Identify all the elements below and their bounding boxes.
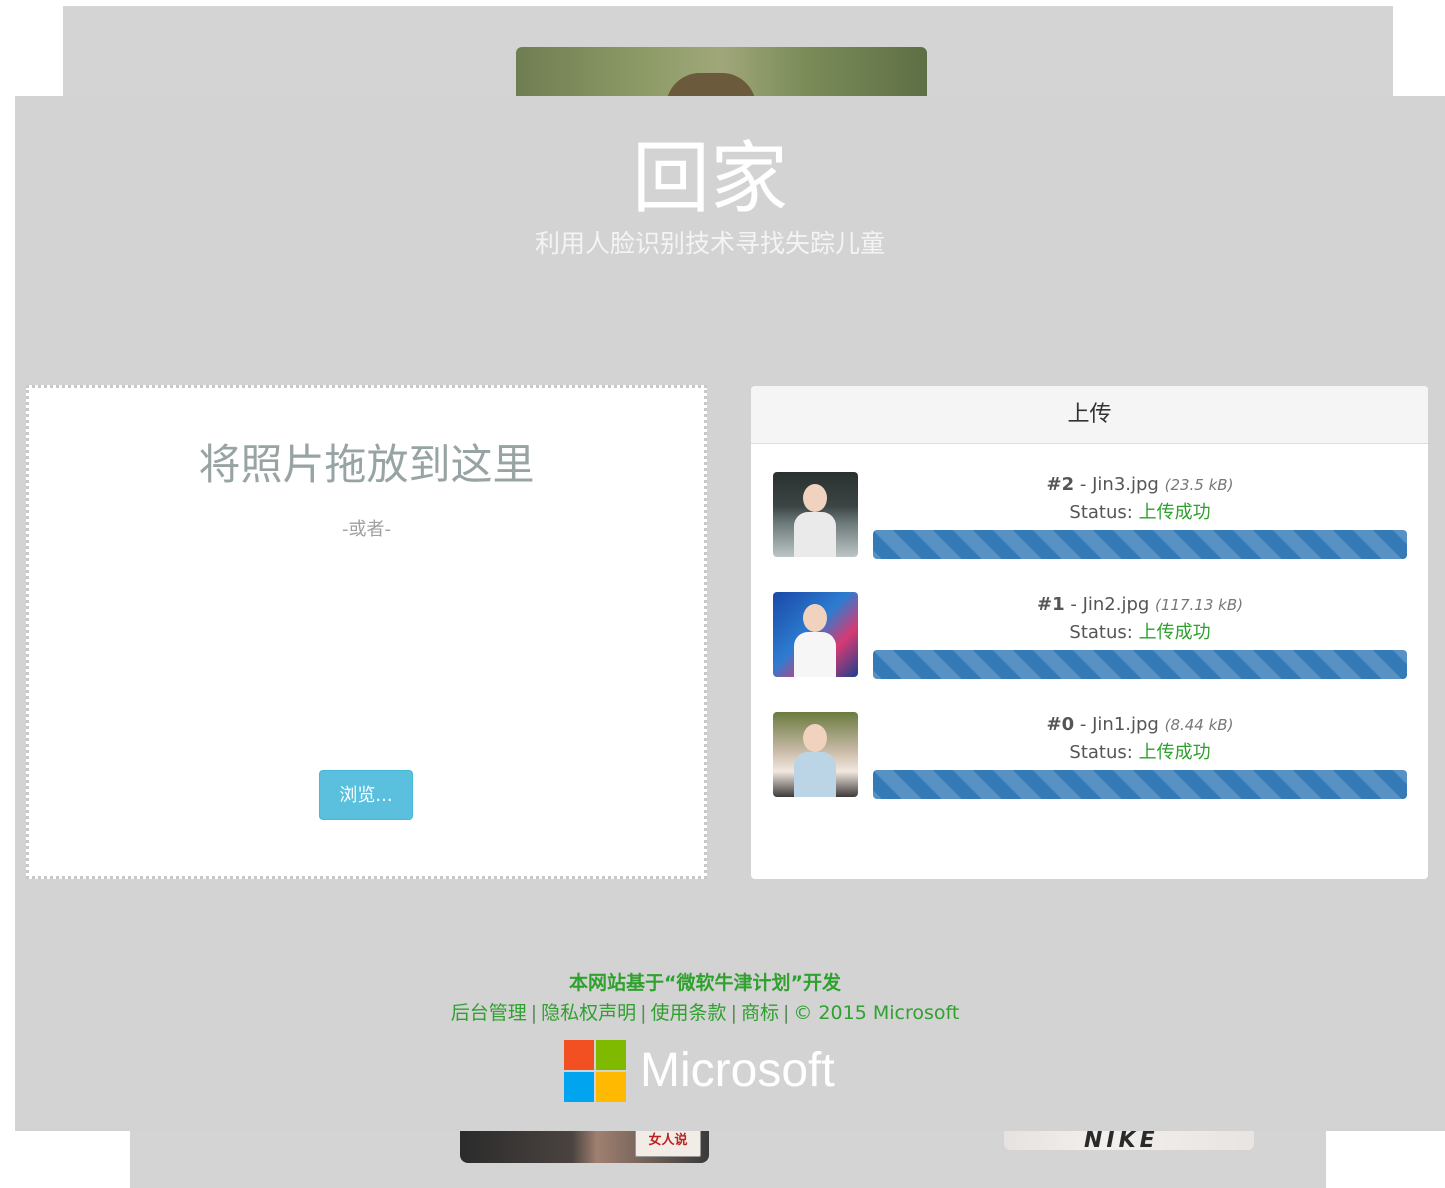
file-number: #0 bbox=[1046, 714, 1075, 735]
upload-thumbnail bbox=[773, 592, 858, 677]
status-value: 上传成功 bbox=[1138, 742, 1211, 763]
file-size: (8.44 kB) bbox=[1164, 716, 1234, 734]
file-name: Jin3.jpg bbox=[1092, 474, 1159, 495]
photo-dropzone[interactable]: 将照片拖放到这里 -或者- 浏览... bbox=[26, 385, 707, 879]
upload-panel-heading: 上传 bbox=[751, 386, 1428, 444]
microsoft-logo-icon bbox=[564, 1040, 626, 1102]
progress-bar bbox=[873, 770, 1407, 799]
microsoft-logo: Microsoft bbox=[564, 1040, 854, 1102]
progress-bar bbox=[873, 650, 1407, 679]
footer-separator: | bbox=[730, 1002, 737, 1024]
status-label: Status: bbox=[1069, 742, 1133, 763]
footer-credit: 本网站基于“微软牛津计划”开发 bbox=[569, 972, 841, 994]
progress-fill bbox=[873, 530, 1407, 559]
status-line: Status: 上传成功 bbox=[873, 618, 1407, 648]
footer-links: 后台管理 | 隐私权声明 | 使用条款 | 商标 | © 2015 Microsoft bbox=[15, 998, 1395, 1025]
footer-link-trademark[interactable]: 商标 bbox=[741, 1002, 779, 1024]
upload-thumbnail bbox=[773, 712, 858, 797]
upload-item-info: #1 - Jin2.jpg (117.13 kB) Status: 上传成功 bbox=[873, 592, 1407, 679]
upload-item: #0 - Jin1.jpg (8.44 kB) Status: 上传成功 bbox=[773, 712, 1407, 799]
file-size: (117.13 kB) bbox=[1155, 596, 1243, 614]
progress-bar bbox=[873, 530, 1407, 559]
footer-separator: | bbox=[782, 1002, 790, 1024]
progress-fill bbox=[873, 770, 1407, 799]
status-label: Status: bbox=[1069, 622, 1133, 643]
file-number: #2 bbox=[1046, 474, 1075, 495]
footer-link-terms[interactable]: 使用条款 bbox=[651, 1002, 727, 1024]
file-line: #0 - Jin1.jpg (8.44 kB) bbox=[1046, 714, 1234, 735]
status-value: 上传成功 bbox=[1138, 622, 1211, 643]
footer-link-admin[interactable]: 后台管理 bbox=[451, 1002, 527, 1024]
microsoft-logo-text: Microsoft bbox=[640, 1044, 835, 1097]
footer-copyright: © 2015 Microsoft bbox=[793, 1002, 960, 1024]
site-subtitle: 利用人脸识别技术寻找失踪儿童 bbox=[534, 229, 885, 258]
main-page: 回家 利用人脸识别技术寻找失踪儿童 将照片拖放到这里 -或者- 浏览... 上传… bbox=[15, 96, 1445, 1131]
file-name: Jin2.jpg bbox=[1082, 594, 1150, 615]
browse-button[interactable]: 浏览... bbox=[319, 770, 413, 820]
upload-thumbnail bbox=[773, 472, 858, 557]
upload-item: #1 - Jin2.jpg (117.13 kB) Status: 上传成功 bbox=[773, 592, 1407, 679]
upload-item: #2 - Jin3.jpg (23.5 kB) Status: 上传成功 bbox=[773, 472, 1407, 559]
upload-panel: 上传 #2 - Jin3.jpg (23.5 kB) Status: 上传成功 bbox=[751, 386, 1428, 879]
status-value: 上传成功 bbox=[1138, 502, 1211, 523]
upload-item-info: #0 - Jin1.jpg (8.44 kB) Status: 上传成功 bbox=[873, 712, 1407, 799]
status-line: Status: 上传成功 bbox=[873, 498, 1407, 528]
file-name: Jin1.jpg bbox=[1092, 714, 1159, 735]
upload-item-info: #2 - Jin3.jpg (23.5 kB) Status: 上传成功 bbox=[873, 472, 1407, 559]
file-line: #2 - Jin3.jpg (23.5 kB) bbox=[1046, 474, 1234, 495]
site-title: 回家 bbox=[631, 134, 788, 224]
shirt-print: NIKE bbox=[1084, 1128, 1159, 1150]
progress-fill bbox=[873, 650, 1407, 679]
footer-link-privacy[interactable]: 隐私权声明 bbox=[541, 1002, 636, 1024]
status-label: Status: bbox=[1069, 502, 1133, 523]
file-number: #1 bbox=[1037, 594, 1065, 615]
dropzone-title: 将照片拖放到这里 bbox=[198, 440, 535, 489]
footer-separator: | bbox=[530, 1002, 538, 1024]
dropzone-or-text: -或者- bbox=[342, 519, 391, 540]
footer-separator: | bbox=[640, 1002, 647, 1024]
status-line: Status: 上传成功 bbox=[873, 738, 1407, 768]
file-size: (23.5 kB) bbox=[1164, 476, 1234, 494]
file-line: #1 - Jin2.jpg (117.13 kB) bbox=[1037, 594, 1243, 615]
